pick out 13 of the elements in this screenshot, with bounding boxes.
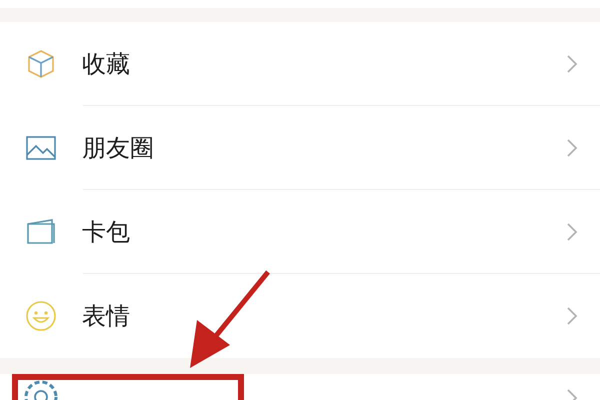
chevron-icon (566, 222, 578, 242)
chevron-icon (566, 306, 578, 326)
menu-label: 卡包 (82, 217, 131, 248)
menu-label: 朋友圈 (82, 133, 155, 164)
menu-label: 表情 (82, 301, 131, 332)
chevron-icon (566, 138, 578, 158)
menu-item[interactable]: 收藏 (0, 22, 600, 106)
menu-item[interactable]: 表情 (0, 274, 600, 358)
chevron-icon (566, 54, 578, 74)
smiley-icon (24, 299, 58, 333)
menu-item[interactable]: 朋友圈 (0, 106, 600, 190)
menu-item[interactable]: 卡包 (0, 190, 600, 274)
menu-label: 收藏 (82, 49, 131, 80)
